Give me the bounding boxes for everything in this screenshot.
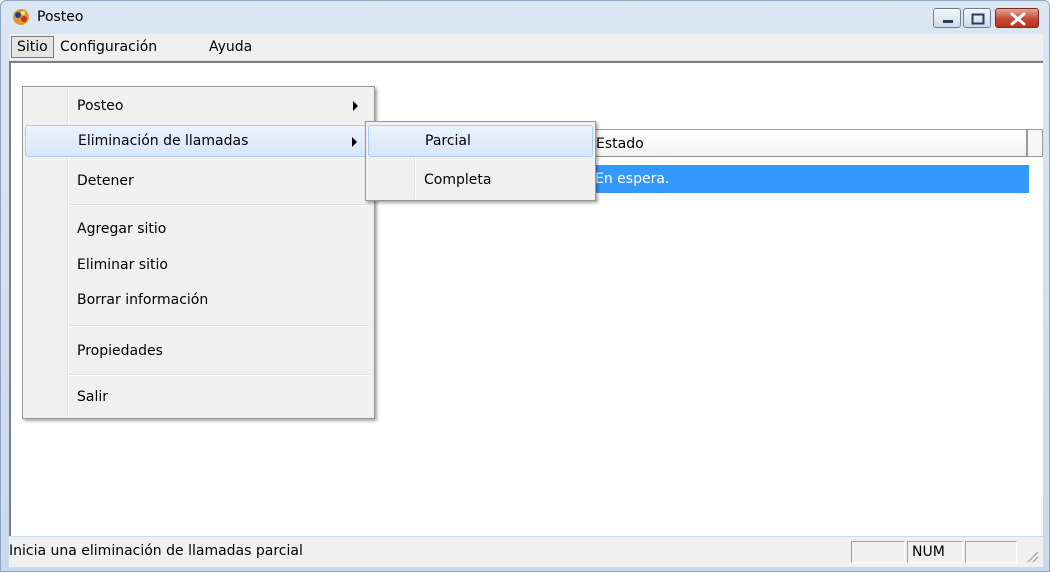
menu-ayuda[interactable]: Ayuda [204, 37, 257, 57]
submenu-arrow-icon [353, 101, 358, 111]
column-header-filler [1027, 129, 1043, 157]
menu-separator [69, 325, 370, 327]
menu-item-label: Borrar información [77, 292, 209, 308]
menu-item-parcial[interactable]: Parcial [368, 125, 593, 157]
minimize-button[interactable] [933, 8, 961, 28]
status-pane-num: NUM [907, 541, 963, 563]
menu-sitio[interactable]: Sitio [11, 36, 54, 58]
menu-item-eliminar-sitio[interactable]: Eliminar sitio [25, 249, 372, 281]
menu-item-label: Eliminación de llamadas [78, 133, 249, 149]
menu-item-label: Completa [424, 172, 492, 188]
menu-item-detener[interactable]: Detener [25, 165, 372, 197]
eliminacion-submenu: Parcial Completa [365, 121, 596, 201]
maximize-icon [971, 13, 985, 25]
close-button[interactable] [995, 8, 1039, 28]
menu-item-label: Propiedades [77, 343, 163, 359]
menu-item-label: Eliminar sitio [77, 257, 168, 273]
status-bar: Inicia una eliminación de llamadas parci… [9, 537, 1043, 567]
menu-item-posteo[interactable]: Posteo [25, 90, 372, 122]
menu-bar: Sitio Configuración Ayuda [9, 34, 1043, 60]
resize-grip-icon[interactable] [1023, 547, 1039, 563]
menu-item-propiedades[interactable]: Propiedades [25, 335, 372, 367]
app-icon [11, 7, 31, 27]
minimize-icon [943, 20, 953, 23]
main-window: Posteo Sitio Configuración Ayuda Estado … [0, 0, 1050, 572]
menu-item-label: Agregar sitio [77, 221, 167, 237]
status-text: Inicia una eliminación de llamadas parci… [9, 543, 303, 559]
submenu-arrow-icon [352, 137, 357, 147]
menu-item-label: Posteo [77, 98, 124, 114]
list-row-selected[interactable]: En espera. [591, 165, 1029, 193]
sitio-menu: Posteo Eliminación de llamadas Detener A… [22, 86, 375, 419]
menu-item-label: Detener [77, 173, 134, 189]
maximize-button[interactable] [963, 8, 991, 28]
menu-item-label: Salir [77, 389, 109, 405]
close-icon [1010, 12, 1026, 26]
menu-item-label: Parcial [425, 133, 471, 149]
menu-item-borrar-informacion[interactable]: Borrar información [25, 284, 372, 316]
menu-configuracion[interactable]: Configuración [55, 37, 162, 57]
window-title: Posteo [37, 9, 84, 25]
status-pane-scrl [965, 541, 1017, 563]
title-bar[interactable]: Posteo [1, 1, 1049, 33]
menu-separator [69, 374, 370, 376]
menu-item-salir[interactable]: Salir [25, 381, 372, 413]
status-pane-caps [851, 541, 905, 563]
menu-item-agregar-sitio[interactable]: Agregar sitio [25, 213, 372, 245]
menu-item-eliminacion-de-llamadas[interactable]: Eliminación de llamadas [25, 125, 372, 157]
menu-separator [69, 204, 370, 206]
menu-item-completa[interactable]: Completa [368, 164, 593, 196]
column-header-estado[interactable]: Estado [591, 129, 1027, 157]
